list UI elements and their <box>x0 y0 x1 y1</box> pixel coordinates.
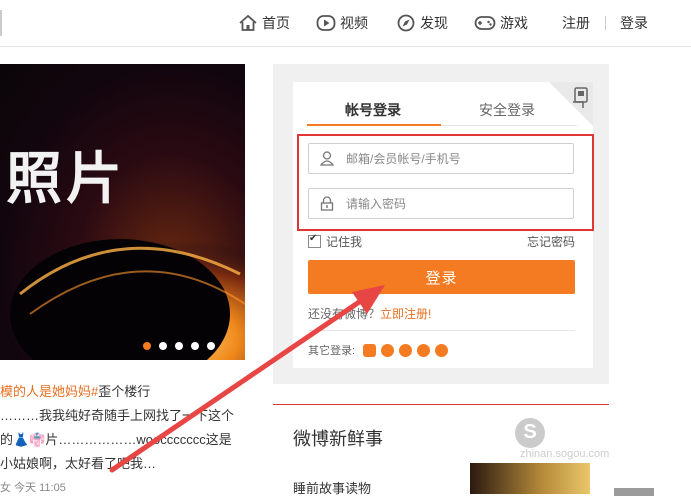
nav-discover[interactable]: 发现 <box>396 13 448 33</box>
nav-video[interactable]: 视频 <box>316 13 368 33</box>
nav-game[interactable]: 游戏 <box>474 13 528 33</box>
divider <box>308 330 575 331</box>
other-login-row: 其它登录: <box>308 342 449 358</box>
tab-account-login[interactable]: 帐号登录 <box>345 100 401 120</box>
feed-text: 歪个楼行 <box>98 384 151 399</box>
annotation-highlight-box <box>297 134 594 231</box>
carousel-dot[interactable] <box>191 342 199 350</box>
search-box-edge <box>0 10 2 36</box>
remember-me[interactable]: 记住我 <box>308 233 362 250</box>
register-prompt: 还没有微博？立即注册! <box>308 305 431 322</box>
feed-line-2: ………我我纯好奇随手上网找了一下这个 <box>0 408 235 423</box>
gamepad-icon <box>474 16 496 30</box>
nav-login-link[interactable]: 登录 <box>620 13 648 33</box>
fresh-news-title: 微博新鲜事 <box>293 429 383 450</box>
carousel-dot[interactable] <box>207 342 215 350</box>
carousel-dot[interactable] <box>175 342 183 350</box>
carousel-dot[interactable] <box>159 342 167 350</box>
carousel-indicators <box>143 342 215 350</box>
tianyi-icon[interactable] <box>435 343 449 357</box>
nav-register-link[interactable]: 注册 <box>562 13 590 33</box>
story-thumbnail[interactable] <box>470 463 590 494</box>
banner-title: 照片 <box>6 147 126 212</box>
nav-game-label: 游戏 <box>500 15 528 31</box>
feed-line-3: 的👗👘片………………wooccccccc这是 <box>0 432 232 447</box>
tab-active-underline <box>307 124 441 126</box>
feed-line-1: 模的人是她妈妈#歪个楼行 <box>0 380 250 404</box>
register-now-link[interactable]: 立即注册! <box>380 307 431 321</box>
remember-label: 记住我 <box>326 235 363 249</box>
forgot-password-link[interactable]: 忘记密码 <box>527 233 575 250</box>
watermark-brand: 搜狗指南 <box>550 419 655 449</box>
watermark-url: zhinan.sogou.com <box>520 448 610 460</box>
top-navbar: 首页 视频 发现 游戏 注册 登录 <box>0 0 691 47</box>
home-icon <box>239 14 257 31</box>
wechat-icon[interactable] <box>399 343 413 357</box>
feed-line-4: 小姑娘啊，太好看了吧我… <box>0 456 157 471</box>
no-account-text: 还没有微博？ <box>308 307 381 321</box>
feed-post: 模的人是她妈妈#歪个楼行 ………我我纯好奇随手上网找了一下这个 的👗👘片…………… <box>0 380 250 500</box>
nav-divider <box>605 16 606 30</box>
remember-checkbox[interactable] <box>308 233 321 248</box>
sogou-logo-icon: S <box>515 417 545 448</box>
video-icon <box>316 15 336 31</box>
nav-home[interactable]: 首页 <box>238 13 290 33</box>
qq-icon[interactable] <box>381 343 395 357</box>
story-link[interactable]: 睡前故事读物 <box>293 478 371 497</box>
nav-login-label: 登录 <box>620 15 648 31</box>
feed-hashtag[interactable]: 模的人是她妈妈# <box>0 384 98 399</box>
tab-secure-login[interactable]: 安全登录 <box>479 100 535 120</box>
nav-register-label: 注册 <box>562 15 590 31</box>
nav-video-label: 视频 <box>340 15 368 31</box>
feed-meta: 女 今天 11:05 <box>0 482 66 494</box>
login-submit-button[interactable]: 登录 <box>308 260 575 294</box>
taobao-icon[interactable] <box>363 343 377 357</box>
compass-icon <box>397 14 415 32</box>
nav-home-label: 首页 <box>262 15 290 31</box>
other-login-label: 其它登录: <box>308 345 356 357</box>
carousel-dot[interactable] <box>143 342 151 350</box>
nav-discover-label: 发现 <box>420 15 448 31</box>
banner-carousel[interactable]: 照片 <box>0 64 245 360</box>
alipay-icon[interactable] <box>417 343 431 357</box>
back-to-top-button[interactable] <box>614 488 654 496</box>
qrcode-corner-icon[interactable] <box>549 82 593 126</box>
